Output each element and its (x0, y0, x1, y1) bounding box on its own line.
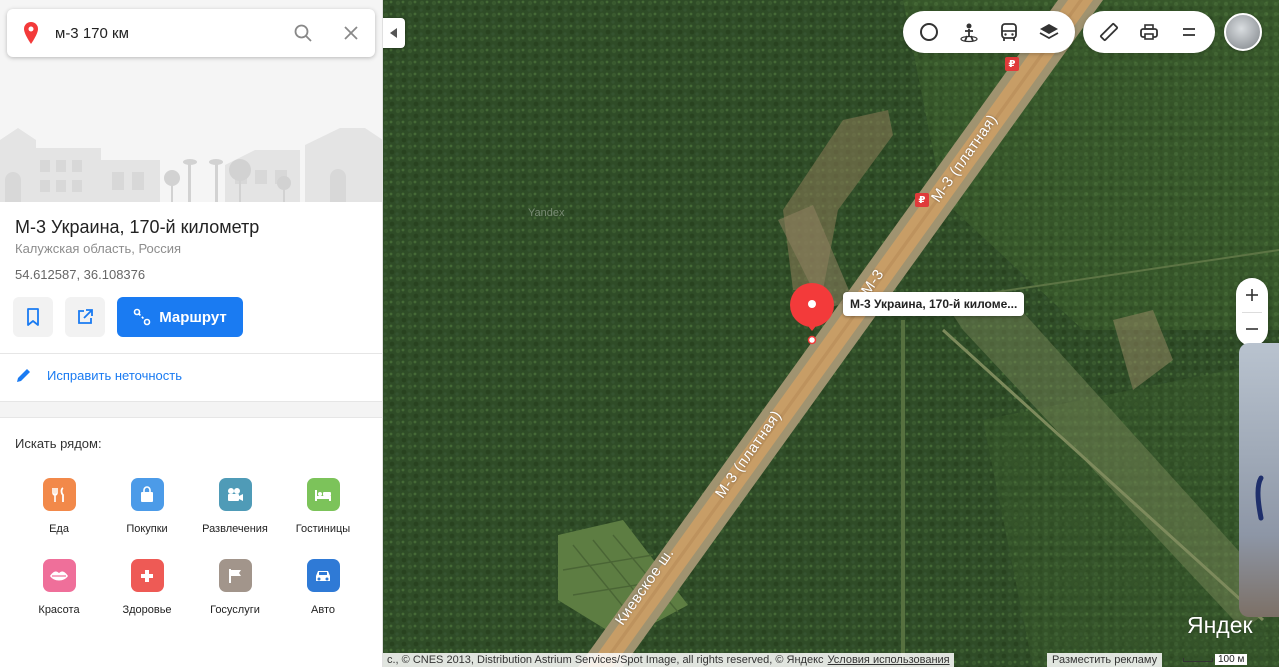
pin-label[interactable]: М-3 Украина, 170-й киломе... (843, 292, 1025, 316)
nearby-categories: Еда Покупки Развлечения Гостиницы Красот… (15, 478, 367, 616)
layers-icon (1039, 24, 1059, 40)
copyright-bar: с., © CNES 2013, Distribution Astrium Se… (383, 653, 954, 667)
plus-icon (1246, 288, 1258, 301)
menu-button[interactable] (1169, 12, 1209, 52)
triangle-left-icon (390, 28, 397, 38)
transit-button[interactable] (989, 12, 1029, 52)
ruler-icon (1100, 23, 1118, 41)
route-button[interactable]: Маршрут (117, 297, 243, 337)
bus-icon (1001, 23, 1017, 41)
map-layers-button[interactable] (1029, 12, 1069, 52)
bookmark-icon (27, 308, 39, 326)
report-inaccuracy-label: Исправить неточность (47, 367, 182, 383)
medical-cross-icon (130, 559, 164, 592)
category-label: Гостиницы (295, 523, 351, 535)
collapse-panel-button[interactable] (383, 18, 405, 48)
category-shopping[interactable]: Покупки (103, 478, 191, 535)
car-icon (306, 559, 340, 592)
fork-knife-icon (42, 478, 76, 511)
category-health[interactable]: Здоровье (103, 559, 191, 616)
category-label: Красота (38, 604, 80, 616)
zoom-control (1236, 278, 1268, 346)
category-public-services[interactable]: Госуслуги (191, 559, 279, 616)
yandex-logo: Яндек (1187, 612, 1253, 638)
panorama-person-icon (960, 23, 978, 43)
section-separator (0, 401, 382, 418)
terms-link[interactable]: Условия использования (828, 654, 950, 666)
bed-icon (306, 478, 340, 511)
category-hotels[interactable]: Гостиницы (279, 478, 367, 535)
lips-icon (42, 559, 76, 592)
menu-icon (1183, 28, 1195, 36)
category-label: Развлечения (202, 523, 268, 535)
report-inaccuracy-link[interactable]: Исправить неточность (15, 366, 182, 384)
route-icon (133, 308, 151, 326)
close-icon[interactable] (327, 9, 375, 57)
panorama-preview[interactable] (1239, 343, 1279, 617)
advertise-link[interactable]: Разместить рекламу (1047, 653, 1163, 667)
search-icon[interactable] (279, 9, 327, 57)
category-label: Авто (311, 604, 335, 616)
satellite-map[interactable]: Yandex ₽ ₽ М-3 (платная) М-3 М-3 (платна… (383, 0, 1279, 667)
shopping-bag-icon (130, 478, 164, 511)
divider (0, 353, 382, 354)
ruler-button[interactable] (1089, 12, 1129, 52)
minus-icon (1246, 328, 1258, 331)
category-label: Госуслуги (210, 604, 260, 616)
map-tools-toolbar (1083, 11, 1215, 53)
category-label: Еда (49, 523, 69, 535)
bookmark-button[interactable] (13, 297, 53, 337)
map-watermark: Yandex (528, 207, 565, 219)
scale-bar (1183, 657, 1213, 662)
route-button-label: Маршрут (159, 308, 227, 326)
category-auto[interactable]: Авто (279, 559, 367, 616)
print-button[interactable] (1129, 12, 1169, 52)
location-pin-icon[interactable] (788, 283, 836, 345)
share-button[interactable] (65, 297, 105, 337)
search-bar: м-3 170 км (7, 9, 375, 57)
search-input[interactable]: м-3 170 км (55, 25, 279, 42)
category-label: Здоровье (122, 604, 172, 616)
flag-icon (218, 559, 252, 592)
user-avatar[interactable] (1224, 13, 1262, 51)
camera-icon (218, 478, 252, 511)
share-icon (78, 309, 93, 324)
yandex-maps-pin-icon (7, 9, 55, 57)
toll-sign-icon: ₽ (1005, 57, 1019, 71)
place-card-panel: м-3 170 км М-3 Украина, 170-й километр К… (0, 0, 383, 667)
zoom-in-button[interactable] (1236, 278, 1268, 312)
category-entertainment[interactable]: Развлечения (191, 478, 279, 535)
zoom-out-button[interactable] (1236, 313, 1268, 347)
nearby-label: Искать рядом: (15, 436, 102, 451)
printer-icon (1140, 24, 1158, 40)
category-beauty[interactable]: Красота (15, 559, 103, 616)
traffic-button[interactable] (909, 12, 949, 52)
place-coordinates[interactable]: 54.612587, 36.108376 (15, 267, 145, 282)
map-layers-toolbar (903, 11, 1075, 53)
category-label: Покупки (126, 523, 168, 535)
place-region: Калужская область, Россия (15, 241, 182, 256)
map-scale: 100 м (1183, 652, 1248, 667)
pencil-icon (17, 369, 30, 382)
place-actions: Маршрут (13, 297, 243, 337)
panorama-button[interactable] (949, 12, 989, 52)
scale-label: 100 м (1215, 654, 1248, 665)
traffic-icon (920, 23, 938, 41)
place-title: М-3 Украина, 170-й километр (15, 217, 260, 237)
category-food[interactable]: Еда (15, 478, 103, 535)
copyright-text: с., © CNES 2013, Distribution Astrium Se… (387, 654, 824, 666)
